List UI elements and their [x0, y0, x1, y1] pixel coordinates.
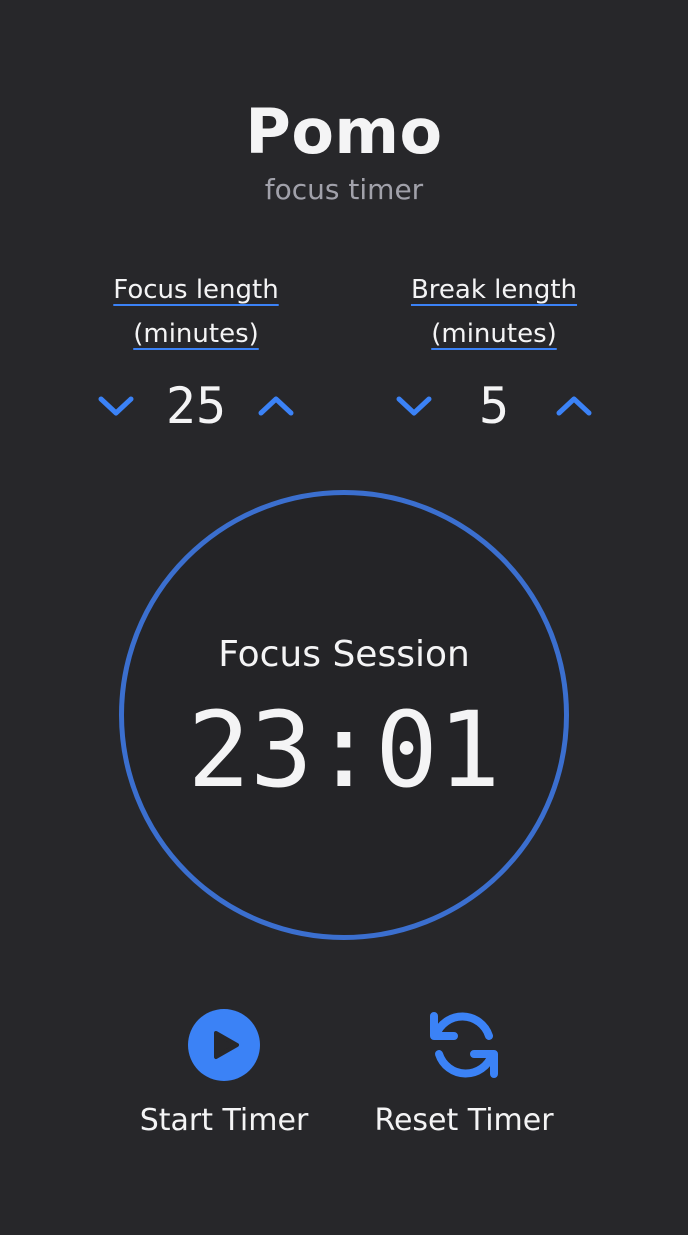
focus-length-setting: Focus length (minutes) [46, 268, 346, 356]
app-title: Pomo [245, 95, 443, 168]
session-label: Focus Session [218, 634, 470, 675]
break-length-value: 5 [478, 377, 510, 435]
play-icon [188, 1009, 260, 1081]
focus-increment-button[interactable] [251, 386, 301, 426]
break-length-stepper: 5 [344, 376, 644, 436]
start-timer-label: Start Timer [139, 1103, 309, 1138]
break-length-label-line2: (minutes) [431, 319, 557, 349]
chevron-down-icon [98, 396, 134, 416]
focus-length-value: 25 [165, 377, 227, 435]
focus-length-label-line1: Focus length [113, 275, 279, 305]
break-length-label: Break length [344, 268, 644, 312]
time-remaining: 23:01 [187, 689, 501, 811]
focus-length-unit-label: (minutes) [46, 312, 346, 356]
focus-decrement-button[interactable] [91, 386, 141, 426]
break-length-label-line1: Break length [410, 275, 578, 305]
focus-length-label: Focus length [46, 268, 346, 312]
chevron-up-icon [556, 396, 592, 416]
chevron-down-icon [396, 396, 432, 416]
start-timer-button[interactable]: Start Timer [104, 1005, 344, 1141]
focus-length-label-line2: (minutes) [133, 319, 259, 349]
break-decrement-button[interactable] [389, 386, 439, 426]
reset-timer-button[interactable]: Reset Timer [344, 1005, 584, 1141]
chevron-up-icon [258, 396, 294, 416]
break-increment-button[interactable] [549, 386, 599, 426]
reset-timer-label: Reset Timer [374, 1103, 554, 1138]
break-length-setting: Break length (minutes) [344, 268, 644, 356]
focus-length-stepper: 25 [46, 376, 346, 436]
break-length-unit-label: (minutes) [344, 312, 644, 356]
app-subtitle: focus timer [264, 173, 424, 206]
refresh-icon [430, 1012, 498, 1078]
